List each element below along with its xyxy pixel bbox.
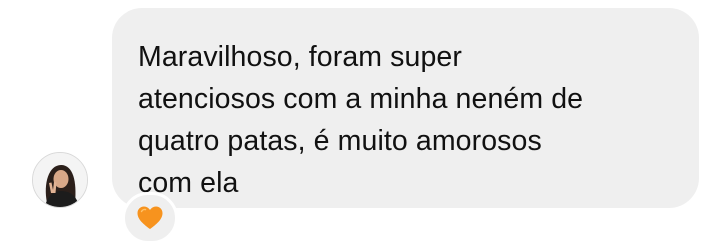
sender-avatar[interactable] xyxy=(32,152,88,208)
orange-heart-icon xyxy=(137,206,163,229)
avatar-photo-icon xyxy=(33,153,87,207)
chat-message-row: Maravilhoso, foram super atenciosos com … xyxy=(0,0,707,251)
message-bubble[interactable]: Maravilhoso, foram super atenciosos com … xyxy=(112,8,699,208)
message-text: Maravilhoso, foram super atenciosos com … xyxy=(138,41,584,199)
reaction-badge[interactable] xyxy=(122,192,178,244)
